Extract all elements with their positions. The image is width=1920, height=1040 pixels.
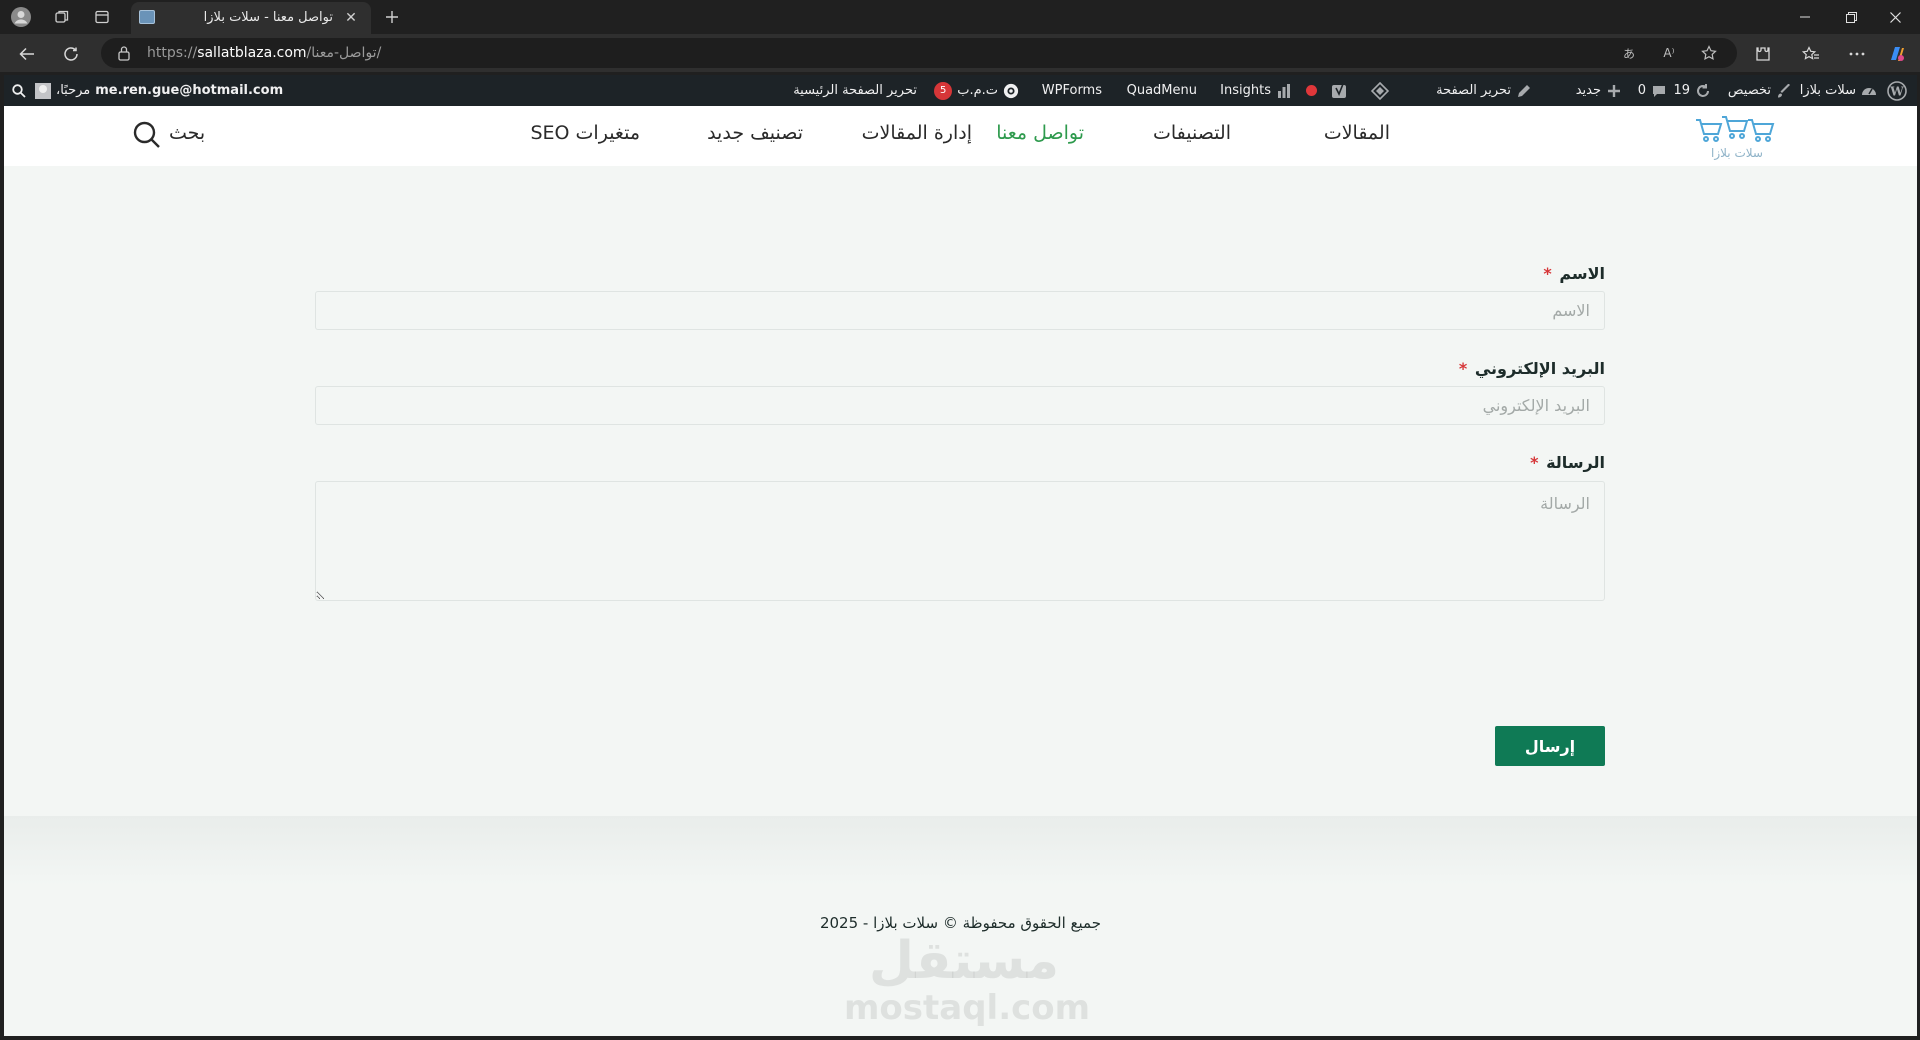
adminbar-wpforms[interactable]: WPForms xyxy=(1042,75,1102,106)
adminbar-edit-page[interactable]: تحرير الصفحة xyxy=(1436,75,1532,106)
nav-contact-us[interactable]: تواصل معنا xyxy=(996,122,1084,144)
nav-seo-variables[interactable]: متغيرات SEO xyxy=(530,122,640,144)
record-dot-icon[interactable] xyxy=(1306,75,1317,106)
search-label[interactable]: بحث xyxy=(169,122,205,144)
nav-categories[interactable]: التصنيفات xyxy=(1153,122,1231,144)
adminbar-comments[interactable]: 0 xyxy=(1638,75,1667,106)
restore-icon[interactable] xyxy=(1836,4,1866,30)
refresh-icon[interactable] xyxy=(58,41,84,67)
email-input[interactable] xyxy=(315,386,1605,425)
search-icon[interactable] xyxy=(132,120,162,150)
logo-text: سلات بلازا xyxy=(1711,146,1763,160)
yoast-seo-icon[interactable] xyxy=(1331,75,1349,106)
comment-bubble-icon xyxy=(1651,83,1667,99)
site-logo[interactable]: سلات بلازا xyxy=(1694,112,1780,164)
pencil-icon xyxy=(1516,83,1532,99)
diamond-plugin-icon[interactable] xyxy=(1371,75,1389,106)
site-favicon-icon xyxy=(139,10,155,24)
more-menu-icon[interactable] xyxy=(1846,43,1868,65)
url-text[interactable]: https://sallatblaza.com/تواصل-معنا/ xyxy=(147,45,381,61)
adminbar-insights[interactable]: Insights xyxy=(1220,75,1292,106)
close-window-icon[interactable] xyxy=(1880,4,1910,30)
nav-new-category[interactable]: تصنيف جديد xyxy=(707,122,803,144)
svg-text:W: W xyxy=(1889,84,1904,98)
address-bar[interactable]: https://sallatblaza.com/تواصل-معنا/ あ A⁾ xyxy=(101,38,1737,68)
favorites-icon[interactable] xyxy=(1800,43,1822,65)
adminbar-new[interactable]: جديد xyxy=(1576,75,1622,106)
wp-admin-bar: W سلات بلازا تخصيص 19 0 جديد تحرير الصفح… xyxy=(4,75,1917,106)
nav-manage-articles[interactable]: إدارة المقالات xyxy=(862,122,972,144)
extensions-icon[interactable] xyxy=(1752,43,1774,65)
read-aloud-icon[interactable]: A⁾ xyxy=(1659,43,1679,63)
submit-button[interactable]: إرسال xyxy=(1495,726,1605,766)
browser-tab-bar: تواصل معنا - سلات بلازا ✕ xyxy=(0,0,1920,34)
vertical-tabs-icon[interactable] xyxy=(90,5,114,29)
adminbar-search-icon[interactable] xyxy=(12,75,26,106)
adminbar-updates[interactable]: 19 xyxy=(1673,75,1711,106)
minimize-icon[interactable] xyxy=(1790,4,1820,30)
nav-articles[interactable]: المقالات xyxy=(1324,122,1390,144)
cart-logo-icon xyxy=(1696,116,1775,142)
mostaql-watermark: مستقل mostaql.com xyxy=(844,931,1091,1028)
workspaces-icon[interactable] xyxy=(50,5,74,29)
message-textarea[interactable] xyxy=(315,481,1605,601)
seo-gear-icon xyxy=(1003,83,1019,99)
active-tab[interactable]: تواصل معنا - سلات بلازا ✕ xyxy=(131,2,371,34)
name-input[interactable] xyxy=(315,291,1605,330)
adminbar-seo[interactable]: ت.م.ب 5 xyxy=(934,75,1019,106)
seo-count-badge: 5 xyxy=(934,81,953,100)
site-header: سلات بلازا المقالات التصنيفات تواصل معنا… xyxy=(4,106,1917,166)
brush-icon xyxy=(1776,83,1792,99)
back-arrow-icon[interactable] xyxy=(14,41,40,67)
favorite-star-icon[interactable] xyxy=(1699,43,1719,63)
bar-chart-icon xyxy=(1276,83,1292,99)
user-email: me.ren.gue@hotmail.com xyxy=(95,83,284,98)
adminbar-edit-home[interactable]: تحرير الصفحة الرئيسية xyxy=(793,75,917,106)
tab-title: تواصل معنا - سلات بلازا xyxy=(203,10,333,25)
translate-icon[interactable]: あ xyxy=(1619,43,1639,63)
plus-icon xyxy=(1606,83,1622,99)
adminbar-quadmenu[interactable]: QuadMenu xyxy=(1127,75,1197,106)
updates-refresh-icon xyxy=(1695,83,1711,99)
tab-close-icon[interactable]: ✕ xyxy=(341,8,361,28)
site-page: سلات بلازا المقالات التصنيفات تواصل معنا… xyxy=(4,106,1917,1036)
wp-logo-icon[interactable]: W xyxy=(1887,75,1907,106)
lock-icon[interactable] xyxy=(117,45,131,61)
browser-toolbar: https://sallatblaza.com/تواصل-معنا/ あ A⁾ xyxy=(0,34,1920,72)
adminbar-account[interactable]: me.ren.gue@hotmail.com مرحبًا، xyxy=(35,75,283,106)
greeting: مرحبًا، xyxy=(56,83,91,98)
copyright-text: جميع الحقوق محفوظة © سلات بلازا - 2025 xyxy=(819,914,1102,932)
email-label: البريد الإلكتروني * xyxy=(1458,359,1605,378)
adminbar-customize[interactable]: تخصيص xyxy=(1728,75,1792,106)
adminbar-site-name[interactable]: سلات بلازا xyxy=(1800,75,1877,106)
footer-divider xyxy=(4,816,1917,886)
profile-avatar-icon[interactable] xyxy=(9,5,33,29)
new-tab-icon[interactable] xyxy=(380,5,404,29)
message-label: الرسالة * xyxy=(1530,453,1605,472)
name-label: الاسم * xyxy=(1543,264,1605,283)
user-avatar-icon xyxy=(35,82,51,99)
dashboard-gauge-icon xyxy=(1861,83,1877,99)
copilot-icon[interactable] xyxy=(1886,43,1908,65)
